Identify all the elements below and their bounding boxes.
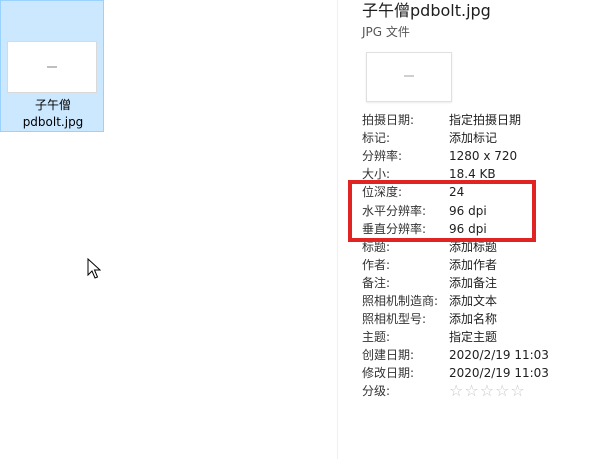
prop-value-date-created: 2020/2/19 11:03 bbox=[449, 348, 549, 362]
prop-date-created: 创建日期: 2020/2/19 11:03 bbox=[362, 346, 592, 364]
prop-value-authors[interactable]: 添加作者 bbox=[449, 256, 497, 274]
prop-label: 创建日期: bbox=[362, 348, 415, 362]
prop-camera-maker: 照相机制造商: 添加文本 bbox=[362, 292, 592, 310]
prop-label: 分辨率: bbox=[362, 149, 403, 163]
details-title: 子午僧pdbolt.jpg bbox=[362, 1, 491, 20]
file-name: 子午僧 pdbolt.jpg bbox=[1, 97, 105, 131]
prop-dimensions: 分辨率: 1280 x 720 bbox=[362, 147, 592, 165]
star-icon[interactable]: ☆ bbox=[495, 382, 509, 400]
prop-camera-model: 照相机型号: 添加名称 bbox=[362, 310, 592, 328]
prop-comments: 备注: 添加备注 bbox=[362, 274, 592, 292]
prop-label: 照相机制造商: bbox=[362, 294, 439, 308]
prop-value-subject[interactable]: 指定主题 bbox=[449, 328, 497, 346]
prop-subject: 主题: 指定主题 bbox=[362, 328, 592, 346]
prop-value-camera-model[interactable]: 添加名称 bbox=[449, 310, 497, 328]
mouse-cursor-icon bbox=[87, 258, 101, 279]
prop-label: 拍摄日期: bbox=[362, 113, 415, 127]
details-preview-thumbnail bbox=[366, 52, 452, 102]
prop-label: 备注: bbox=[362, 276, 391, 290]
prop-date-modified: 修改日期: 2020/2/19 11:03 bbox=[362, 364, 592, 382]
prop-label: 照相机型号: bbox=[362, 312, 427, 326]
prop-label: 主题: bbox=[362, 330, 391, 344]
star-icon[interactable]: ☆ bbox=[480, 382, 494, 400]
rating-stars[interactable]: ☆ ☆ ☆ ☆ ☆ bbox=[449, 382, 525, 400]
prop-label: 修改日期: bbox=[362, 366, 415, 380]
prop-label: 作者: bbox=[362, 258, 391, 272]
star-icon[interactable]: ☆ bbox=[449, 382, 463, 400]
prop-label: 标记: bbox=[362, 131, 391, 145]
prop-value-comments[interactable]: 添加备注 bbox=[449, 274, 497, 292]
annotation-highlight-box bbox=[348, 180, 536, 242]
prop-rating: 分级: ☆ ☆ ☆ ☆ ☆ bbox=[362, 382, 592, 400]
file-name-line1: 子午僧 bbox=[34, 98, 71, 112]
details-file-type: JPG 文件 bbox=[362, 25, 410, 39]
star-icon[interactable]: ☆ bbox=[510, 382, 524, 400]
prop-value-dimensions: 1280 x 720 bbox=[449, 149, 518, 163]
prop-value-tags[interactable]: 添加标记 bbox=[449, 129, 497, 147]
prop-tags: 标记: 添加标记 bbox=[362, 129, 592, 147]
prop-label: 分级: bbox=[362, 384, 391, 398]
prop-date-taken: 拍摄日期: 指定拍摄日期 bbox=[362, 111, 592, 129]
file-item-selected[interactable]: 子午僧 pdbolt.jpg bbox=[0, 0, 104, 132]
prop-value-date-taken[interactable]: 指定拍摄日期 bbox=[449, 111, 521, 129]
explorer-window: 子午僧 pdbolt.jpg 子午僧pdbolt.jpg JPG 文件 拍摄日期… bbox=[0, 0, 596, 459]
prop-value-date-modified: 2020/2/19 11:03 bbox=[449, 366, 549, 380]
file-thumbnail bbox=[7, 41, 97, 93]
file-name-line2: pdbolt.jpg bbox=[22, 115, 84, 129]
prop-value-camera-maker[interactable]: 添加文本 bbox=[449, 292, 497, 310]
prop-authors: 作者: 添加作者 bbox=[362, 256, 592, 274]
star-icon[interactable]: ☆ bbox=[464, 382, 478, 400]
